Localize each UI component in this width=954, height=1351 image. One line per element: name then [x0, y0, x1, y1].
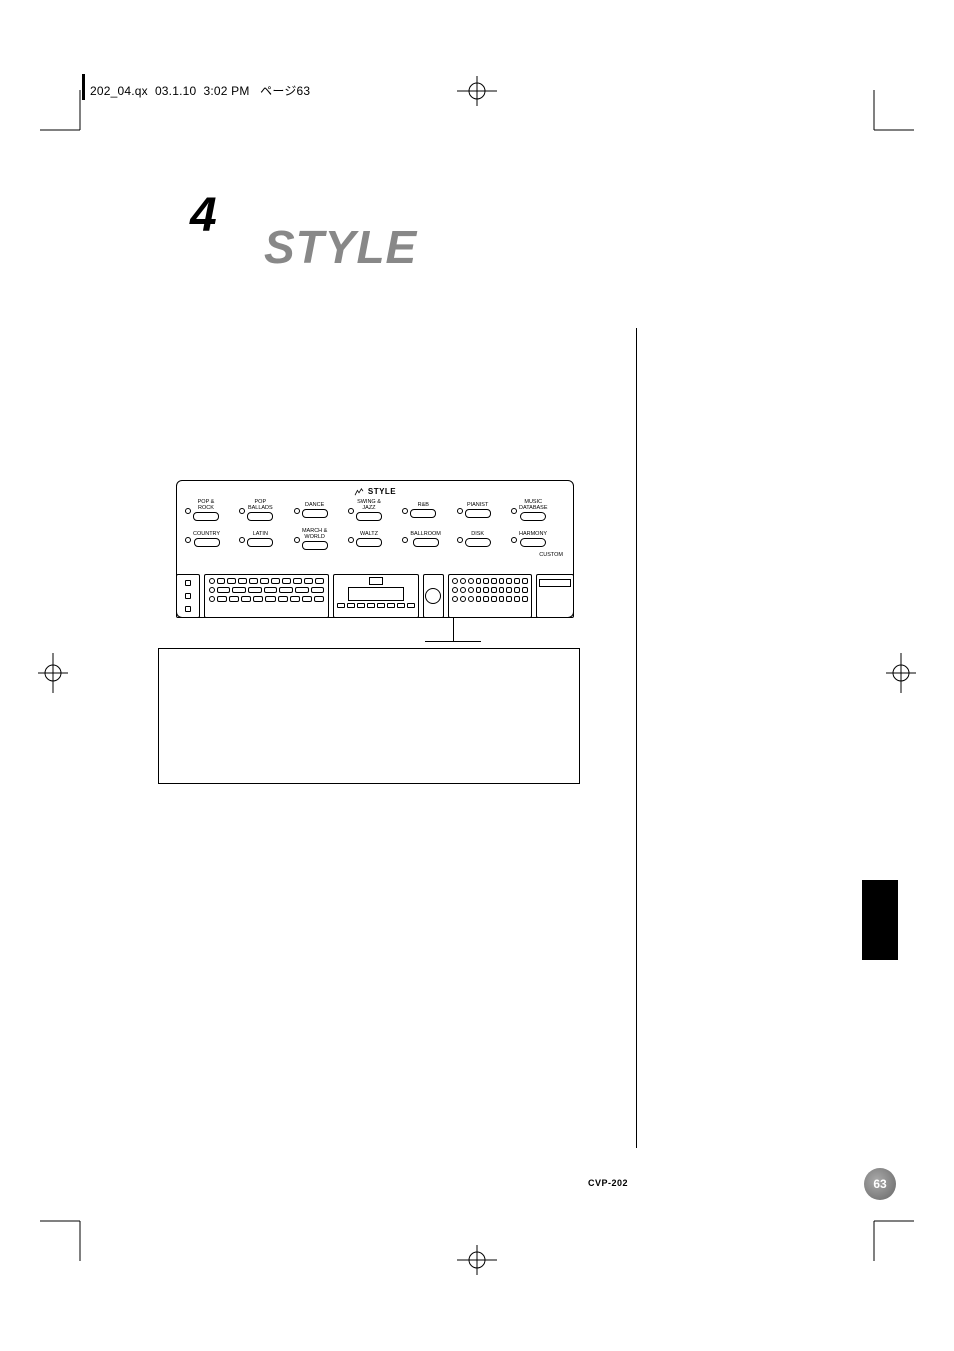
slug-file: 202_04.qx — [90, 84, 148, 98]
style-icon — [354, 488, 364, 496]
panel-heading: STYLE — [368, 487, 396, 496]
page-number: 63 — [866, 1170, 894, 1198]
chapter-title: STYLE — [264, 220, 417, 274]
panel-row-2: COUNTRY LATIN MARCH &WORLD WALTZ BALLROO… — [185, 529, 565, 550]
device-overview-strip — [176, 574, 574, 618]
slug-jp: ページ63 — [260, 84, 310, 98]
footer-model: CVP-202 — [588, 1178, 628, 1188]
registration-mark-right — [886, 648, 916, 698]
registration-mark-left — [38, 648, 68, 698]
slug-date: 03.1.10 — [155, 84, 196, 98]
callout-leader — [453, 617, 454, 641]
panel-row-1: POP &ROCK POPBALLADS DANCE SWING &JAZZ R… — [185, 500, 565, 521]
registration-mark-bottom — [452, 1245, 502, 1275]
column-rule — [636, 328, 637, 1148]
registration-mark-top — [452, 76, 502, 106]
section-thumb-tab — [862, 880, 898, 960]
chapter-number: 4 — [190, 188, 217, 243]
info-bullet: . — [201, 671, 561, 691]
slug-time: 3:02 PM — [203, 84, 249, 98]
info-box: . . . — [158, 648, 580, 784]
custom-label: CUSTOM — [185, 552, 565, 558]
info-bullet: . — [201, 691, 561, 711]
slug-rule-v — [82, 74, 85, 100]
info-bullet: . — [201, 711, 561, 731]
print-slug: 202_04.qx 03.1.10 3:02 PM ページ63 — [90, 82, 310, 99]
